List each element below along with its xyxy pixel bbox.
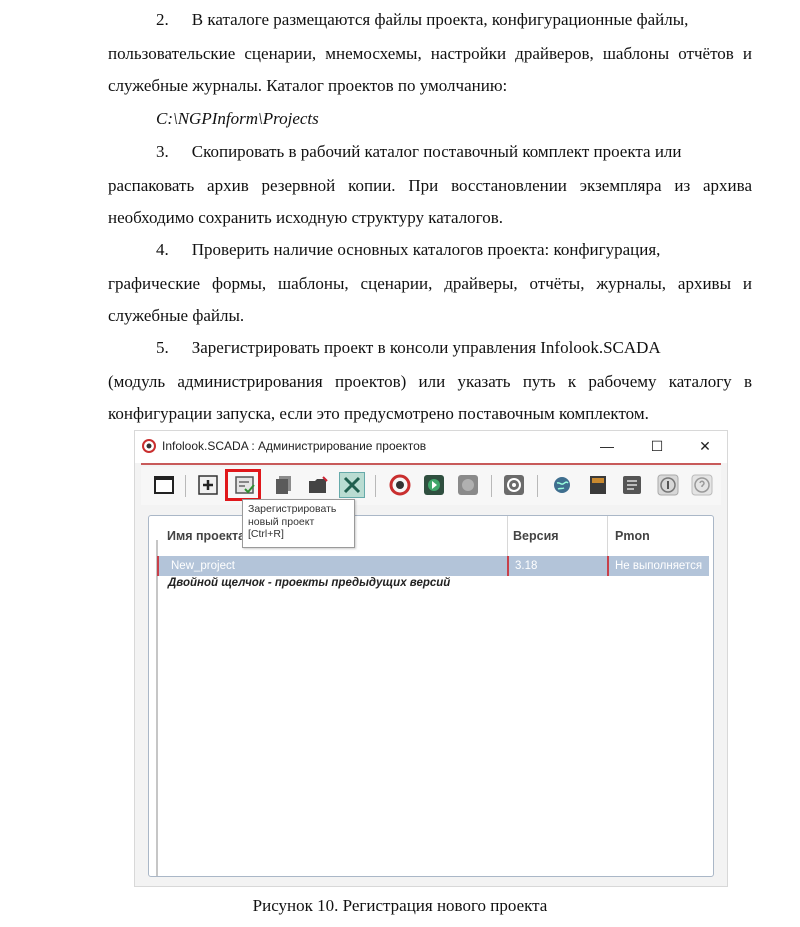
paragraph-5-number: 5. bbox=[156, 338, 169, 357]
scada-logo-icon bbox=[142, 439, 156, 453]
register-tooltip: Зарегистрировать новый проект [Ctrl+R] bbox=[242, 499, 355, 548]
paragraph-3-continuation: распаковать архив резервной копии. При в… bbox=[108, 176, 752, 227]
app-screenshot: Infolook.SCADA : Администрирование проек… bbox=[134, 430, 728, 887]
paragraph-2-number: 2. bbox=[156, 10, 169, 29]
column-header-version[interactable]: Версия bbox=[513, 516, 559, 556]
paragraph-5-first-line: Зарегистрировать проект в консоли управл… bbox=[191, 338, 661, 357]
archive-icon[interactable] bbox=[587, 474, 609, 496]
info-icon[interactable] bbox=[657, 474, 679, 496]
figure-caption: Рисунок 10. Регистрация нового проекта bbox=[252, 896, 548, 915]
column-divider bbox=[507, 516, 508, 556]
tooltip-line: Зарегистрировать bbox=[248, 503, 337, 515]
column-header-name[interactable]: Имя проекта bbox=[167, 516, 245, 556]
column-divider bbox=[607, 516, 608, 556]
title-bar: Infolook.SCADA : Администрирование проек… bbox=[135, 431, 727, 463]
scada-logo-icon[interactable] bbox=[389, 474, 411, 496]
maximize-button[interactable]: ☐ bbox=[643, 436, 671, 456]
row-marker bbox=[607, 556, 609, 576]
tooltip-line: новый проект bbox=[248, 515, 315, 528]
window-title: Infolook.SCADA : Администрирование проек… bbox=[162, 439, 427, 453]
register-button-highlight bbox=[225, 469, 261, 501]
paragraph-3: 3. Скопировать в рабочий каталог поставоч… bbox=[108, 136, 752, 168]
paragraph-2: 2. В каталоге размещаются файлы проекта, … bbox=[108, 4, 752, 36]
toolbar-separator bbox=[491, 475, 492, 497]
sync-icon[interactable] bbox=[503, 474, 525, 496]
folder-icon[interactable] bbox=[307, 474, 329, 496]
play-icon[interactable] bbox=[423, 474, 445, 496]
help-icon[interactable] bbox=[691, 474, 713, 496]
paragraph-2-first-line: В каталоге размещаются файлы проекта, ко… bbox=[191, 10, 689, 29]
pmon-cell: Не выполняется bbox=[615, 560, 703, 572]
table-row[interactable]: New_project 3.18 Не выполняется bbox=[157, 556, 709, 576]
paragraph-3-number: 3. bbox=[156, 142, 169, 161]
row-marker bbox=[157, 556, 159, 576]
paragraph-3-first-line: Скопировать в рабочий каталог поставочны… bbox=[191, 142, 682, 161]
document-icon[interactable] bbox=[621, 474, 643, 496]
minimize-button[interactable]: — bbox=[593, 436, 621, 456]
title-accent-line bbox=[141, 463, 721, 465]
default-path: C:\NGPInform\Projects bbox=[156, 109, 319, 128]
project-name-cell: New_project bbox=[171, 560, 235, 572]
previous-versions-hint: Двойной щелчок - проекты предыдущих верс… bbox=[168, 577, 451, 589]
tools-icon[interactable] bbox=[339, 472, 365, 498]
paragraph-4-number: 4. bbox=[156, 240, 169, 259]
add-icon[interactable] bbox=[197, 474, 219, 496]
grid-left-border bbox=[156, 540, 158, 876]
row-marker bbox=[507, 556, 509, 576]
projects-table: Имя проекта Версия Pmon New_project 3.18… bbox=[148, 515, 714, 877]
globe-icon[interactable] bbox=[551, 474, 573, 496]
paragraph-5-continuation: (модуль администрирования проектов) или … bbox=[108, 372, 752, 423]
copy-icon[interactable] bbox=[273, 474, 295, 496]
paragraph-4: 4. Проверить наличие основных каталогов п… bbox=[108, 234, 752, 266]
stop-icon[interactable] bbox=[457, 474, 479, 496]
paragraph-2-continuation: пользовательские сценарии, мнемосхемы, н… bbox=[108, 44, 752, 95]
paragraph-4-first-line: Проверить наличие основных каталогов про… bbox=[191, 240, 661, 259]
toolbar-separator bbox=[375, 475, 376, 497]
column-header-pmon[interactable]: Pmon bbox=[615, 516, 650, 556]
toolbar-separator bbox=[537, 475, 538, 497]
window-icon[interactable] bbox=[153, 474, 175, 496]
version-cell: 3.18 bbox=[515, 560, 538, 572]
tooltip-shortcut: [Ctrl+R] bbox=[248, 528, 284, 540]
paragraph-4-continuation: графические формы, шаблоны, сценарии, др… bbox=[108, 274, 752, 325]
paragraph-5: 5. Зарегистрировать проект в консоли упра… bbox=[108, 332, 752, 364]
close-button[interactable]: ✕ bbox=[691, 436, 719, 456]
toolbar-separator bbox=[185, 475, 186, 497]
